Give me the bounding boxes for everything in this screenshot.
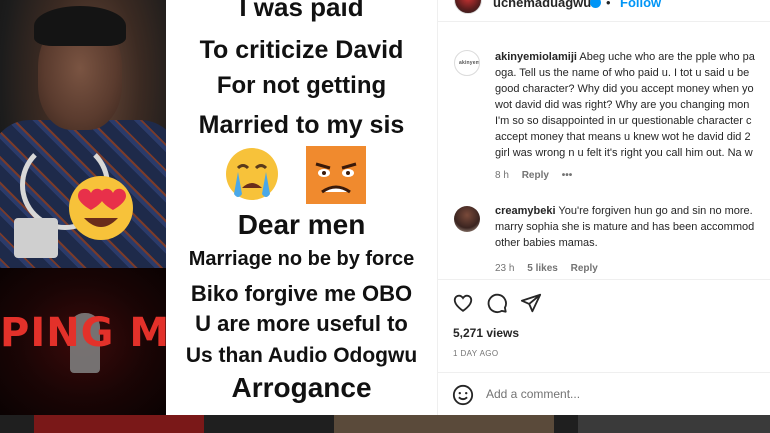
post-media[interactable]: PING ME I was paid To criticize David Fo… (0, 0, 437, 415)
comment-line: girl was wrong n u felt it's right you c… (495, 147, 753, 159)
post-actions: 5,271 views 1 DAY AGO (438, 279, 770, 379)
caption-line: I was paid (239, 0, 364, 22)
comment-text: akinyemiolamiji Abeg uche who are the pp… (495, 49, 770, 65)
smiley-icon[interactable] (452, 384, 474, 406)
separator-dot: • (606, 0, 611, 10)
ping-me-photo: PING ME (0, 268, 166, 415)
crying-face-emoji-icon (226, 148, 278, 200)
comment-meta: 8 h Reply ••• (495, 170, 582, 181)
caption-line: Us than Audio Odogwu (185, 344, 418, 367)
follow-button[interactable]: Follow (620, 0, 661, 10)
post-header: uchemaduagwu • Follow (438, 0, 770, 22)
caption-line: Arrogance (231, 372, 372, 403)
views-count[interactable]: 5,271 views (453, 326, 519, 340)
comment-line: Abeg uche who are the pple who pa (576, 51, 755, 63)
comment-line: good character? Why did you accept money… (495, 83, 754, 95)
hair-shape (34, 6, 126, 46)
thumbnail[interactable] (334, 415, 554, 433)
comment-time: 8 h (495, 170, 509, 181)
caption-line: For not getting (216, 72, 387, 99)
pendant-shape (14, 218, 58, 258)
comment-likes[interactable]: 5 likes (527, 263, 558, 274)
verified-badge-icon (590, 0, 601, 8)
comment-icon[interactable] (486, 292, 508, 314)
comment-line: marry sophia she is mature and has been … (495, 221, 755, 233)
thumbnail[interactable] (578, 415, 770, 433)
commenter-avatar[interactable]: akinyemi (454, 50, 480, 76)
comment-meta: 23 h 5 likes Reply (495, 263, 608, 274)
caption-line: Married to my sis (198, 111, 405, 139)
caption-line: Dear men (237, 209, 366, 240)
thumbnail[interactable] (34, 415, 204, 433)
reply-button[interactable]: Reply (571, 263, 598, 274)
comment-line: You're forgiven hun go and sin no more. (555, 205, 753, 217)
comment-time: 23 h (495, 263, 515, 274)
heart-eyes-emoji-icon (69, 176, 133, 240)
ellipsis-icon[interactable]: ••• (562, 170, 573, 181)
feed-thumbnail-strip (0, 415, 770, 433)
commenter-username[interactable]: akinyemiolamiji (495, 51, 577, 63)
heart-icon[interactable] (452, 292, 474, 314)
comment-line: oga. Tell us the name of who paid u. I t… (495, 67, 750, 79)
ping-me-banner: PING ME (0, 310, 166, 356)
caption-line: Biko forgive me OBO (190, 281, 413, 306)
comment-input[interactable] (486, 384, 736, 404)
caption-line: To criticize David (199, 36, 404, 64)
commenter-avatar[interactable] (454, 206, 480, 232)
comment-line: wot david did was right? Why are you cha… (495, 99, 750, 111)
share-icon[interactable] (520, 292, 542, 314)
caption-text-block: I was paid To criticize David For not ge… (166, 0, 437, 415)
post-timestamp: 1 DAY AGO (453, 349, 499, 358)
comment-line: other babies mamas. (495, 237, 598, 249)
commenter-username[interactable]: creamybeki (495, 205, 556, 217)
owner-username[interactable]: uchemaduagwu (493, 0, 591, 10)
comment-line: accept money that means u knew wot he da… (495, 131, 751, 143)
reply-button[interactable]: Reply (522, 170, 549, 181)
comment-text: creamybeki You're forgiven hun go and si… (495, 203, 770, 219)
caption-line: U are more useful to (195, 311, 408, 336)
caption-line: Marriage no be by force (188, 248, 415, 270)
comment-line: I'm so so disappointed in ur questionabl… (495, 115, 752, 127)
owner-avatar[interactable] (454, 0, 482, 14)
disappointed-face-emoji-icon (306, 146, 366, 204)
comment-composer (438, 372, 770, 415)
post-details-panel: uchemaduagwu • Follow akinyemi akinyemio… (437, 0, 770, 415)
